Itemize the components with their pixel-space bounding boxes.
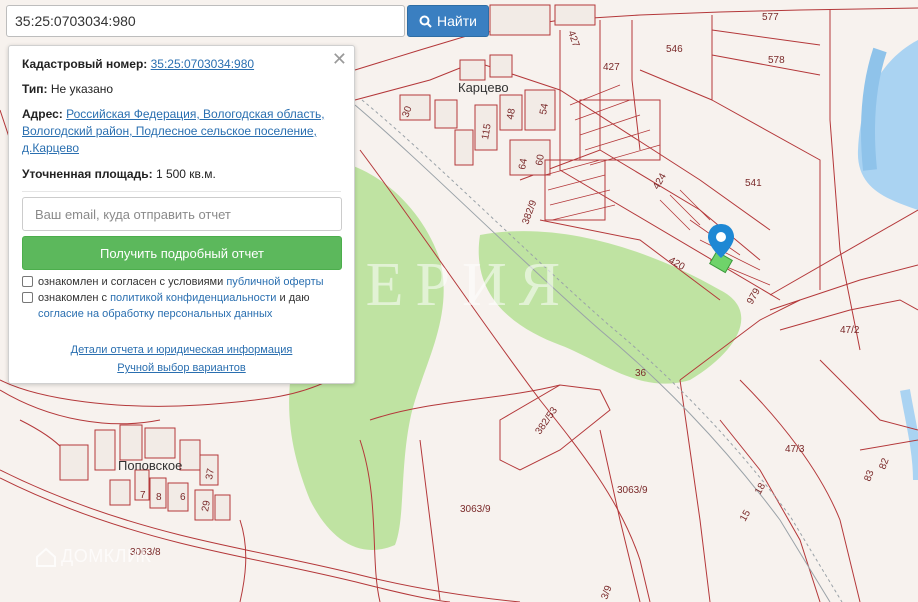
label-7: 7 — [140, 490, 146, 501]
cadastral-row: Кадастровый номер: 35:25:0703034:980 — [22, 56, 254, 73]
area-row: Уточненная площадь: 1 500 кв.м. — [22, 166, 216, 183]
public-offer-link[interactable]: публичной оферты — [226, 276, 323, 288]
label-541: 541 — [745, 178, 762, 189]
privacy-consent-row: ознакомлен с политикой конфиденциальност… — [22, 290, 342, 322]
divider — [22, 191, 341, 192]
privacy-consent-text-b: и даю — [279, 292, 310, 304]
address-row: Адрес: Российская Федерация, Вологодская… — [22, 106, 325, 157]
label-546: 546 — [666, 44, 683, 55]
get-report-button[interactable]: Получить подробный отчет — [22, 236, 342, 270]
label-578: 578 — [768, 55, 785, 66]
label-36: 36 — [635, 368, 647, 379]
village-label-popovskoe: Поповское — [118, 458, 182, 473]
village-label-kartsevo: Карцево — [458, 80, 509, 95]
manual-link-wrap: Ручной выбор вариантов — [9, 362, 354, 374]
offer-consent-row: ознакомлен и согласен с условиями публич… — [22, 274, 342, 290]
label-30639b: 3063/9 — [460, 504, 491, 515]
house-icon — [36, 547, 56, 567]
label-8: 8 — [156, 492, 162, 503]
label-472: 47/2 — [840, 325, 860, 336]
search-box[interactable] — [6, 5, 405, 37]
privacy-consent-checkbox[interactable] — [22, 292, 33, 303]
address-link-line3[interactable]: д.Карцево — [22, 141, 79, 155]
offer-consent-text: ознакомлен и согласен с условиями — [38, 276, 224, 288]
search-icon — [419, 15, 432, 28]
cadastral-number-link[interactable]: 35:25:0703034:980 — [151, 57, 254, 71]
logo-text: ДОМКЛИК — [61, 546, 152, 566]
label-30639a: 3063/9 — [617, 485, 648, 496]
report-details-link[interactable]: Детали отчета и юридическая информация — [71, 344, 293, 356]
search-button-label: Найти — [437, 13, 477, 29]
offer-consent-checkbox[interactable] — [22, 276, 33, 287]
info-panel: ✕ Кадастровый номер: 35:25:0703034:980 Т… — [8, 45, 355, 384]
address-label: Адрес: — [22, 107, 63, 121]
type-row: Тип: Не указано — [22, 81, 113, 98]
personal-data-consent-link[interactable]: согласие на обработку персональных данны… — [38, 308, 272, 320]
label-6: 6 — [180, 492, 186, 503]
domclick-logo: ДОМКЛИК — [35, 546, 151, 567]
address-link-line1[interactable]: Российская Федерация, Вологодская област… — [66, 107, 324, 121]
email-field[interactable] — [22, 197, 342, 231]
cadastral-label: Кадастровый номер: — [22, 57, 148, 71]
search-input[interactable] — [7, 6, 404, 36]
manual-selection-link[interactable]: Ручной выбор вариантов — [117, 362, 245, 374]
area-value: 1 500 кв.м. — [155, 167, 216, 181]
close-icon[interactable]: ✕ — [332, 49, 347, 69]
search-button[interactable]: Найти — [407, 5, 489, 37]
label-427a: 427 — [603, 62, 620, 73]
label-577: 577 — [762, 12, 779, 23]
details-link-wrap: Детали отчета и юридическая информация — [9, 344, 354, 356]
privacy-consent-text-a: ознакомлен с — [38, 292, 108, 304]
address-link-line2[interactable]: Вологодский район, Подлесное сельское по… — [22, 124, 317, 138]
type-label: Тип: — [22, 82, 48, 96]
area-label: Уточненная площадь: — [22, 167, 153, 181]
privacy-policy-link[interactable]: политикой конфиденциальности — [110, 292, 276, 304]
label-473: 47/3 — [785, 444, 805, 455]
type-value: Не указано — [50, 82, 114, 96]
